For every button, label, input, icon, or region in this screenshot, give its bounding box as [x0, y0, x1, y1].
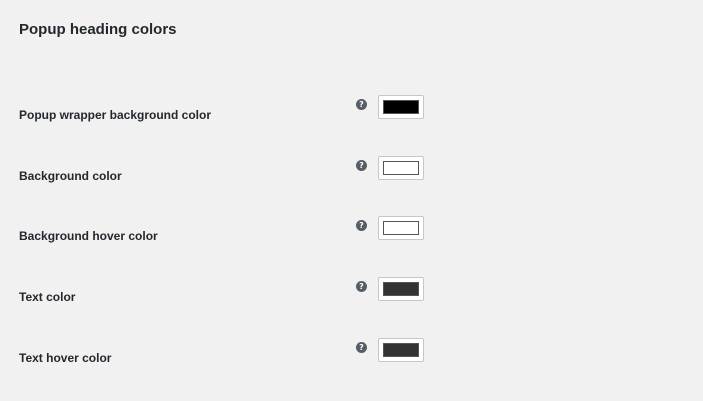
color-swatch — [383, 221, 419, 235]
setting-label: Popup wrapper background color — [19, 108, 212, 122]
color-picker-button[interactable] — [378, 95, 424, 119]
help-icon[interactable]: ? — [356, 281, 367, 292]
help-icon[interactable]: ? — [356, 342, 367, 353]
setting-label: Background color — [19, 169, 122, 183]
help-icon[interactable]: ? — [356, 160, 367, 171]
help-icon[interactable]: ? — [356, 220, 367, 231]
setting-label: Background hover color — [19, 229, 158, 243]
color-swatch — [383, 282, 419, 296]
setting-row-text-hover-color: Text hover color ? — [0, 338, 703, 370]
color-swatch — [383, 343, 419, 357]
help-icon[interactable]: ? — [356, 99, 367, 110]
color-picker-button[interactable] — [378, 338, 424, 362]
setting-row-popup-wrapper-background-color: Popup wrapper background color ? — [0, 95, 703, 127]
settings-panel: Popup heading colors Popup wrapper backg… — [0, 0, 703, 401]
setting-row-text-color: Text color ? — [0, 277, 703, 309]
color-picker-button[interactable] — [378, 156, 424, 180]
color-swatch — [383, 161, 419, 175]
color-picker-button[interactable] — [378, 216, 424, 240]
setting-row-background-hover-color: Background hover color ? — [0, 216, 703, 248]
section-title: Popup heading colors — [19, 21, 177, 38]
setting-label: Text color — [19, 290, 76, 304]
color-picker-button[interactable] — [378, 277, 424, 301]
color-swatch — [383, 100, 419, 114]
setting-label: Text hover color — [19, 351, 112, 365]
setting-row-background-color: Background color ? — [0, 156, 703, 188]
